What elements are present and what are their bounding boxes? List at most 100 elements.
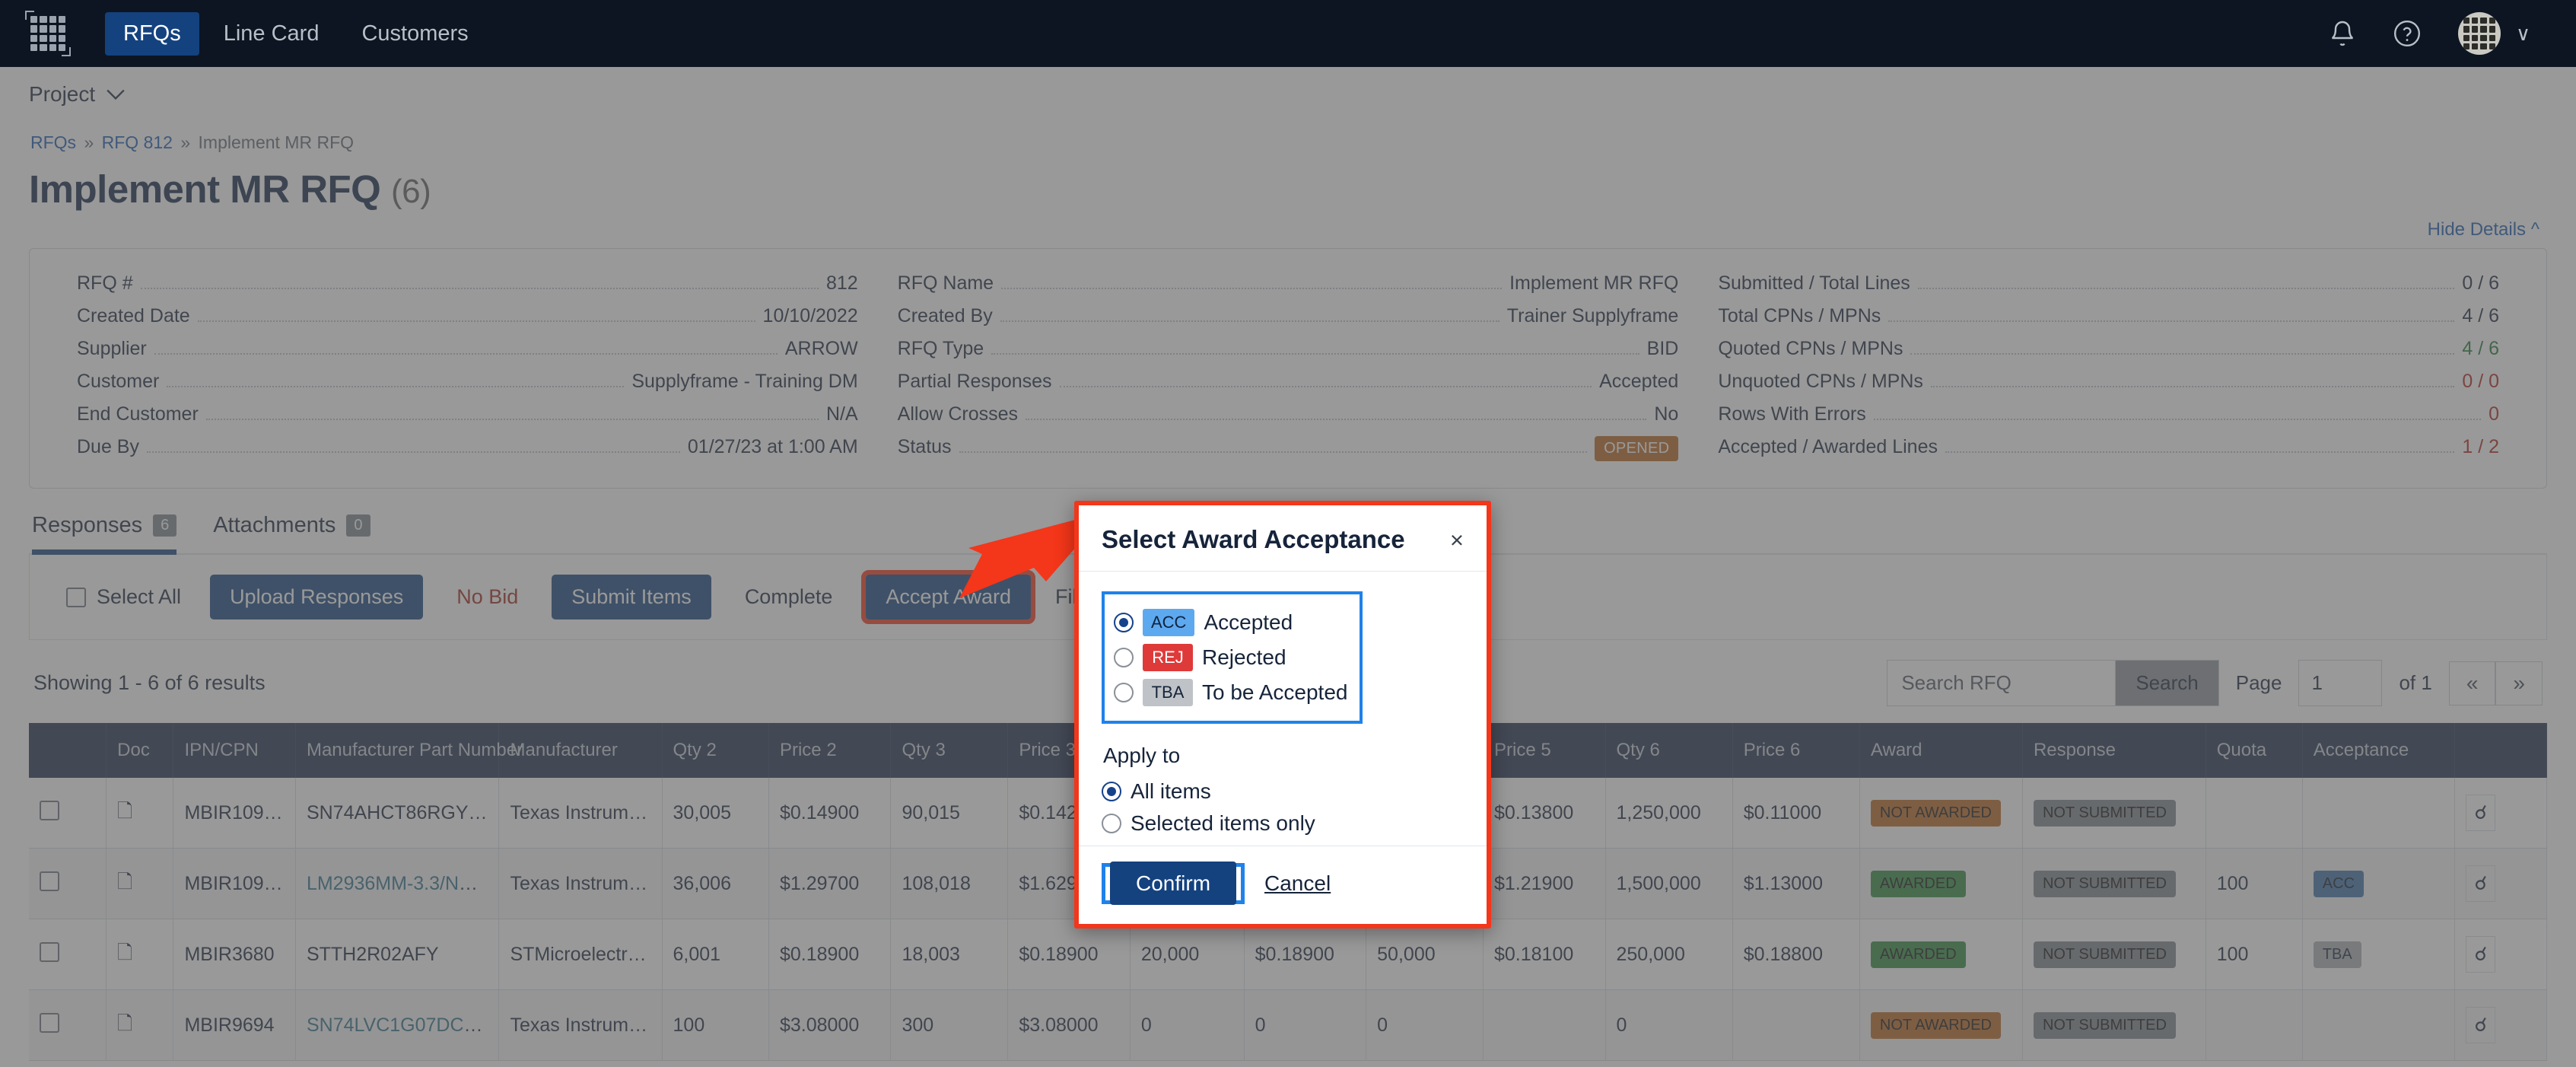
detail-key: End Customer xyxy=(77,403,199,425)
bell-icon[interactable] xyxy=(2329,19,2356,48)
page-title: Implement MR RFQ (6) xyxy=(29,159,2547,215)
award-badge: NOT AWARDED xyxy=(1870,1011,2001,1039)
radio-icon[interactable] xyxy=(1114,648,1134,667)
nav-item-customers[interactable]: Customers xyxy=(343,12,486,56)
row-mpn[interactable]: SN74LVC1G07DCKR xyxy=(295,989,500,1061)
search-input[interactable]: Search RFQ xyxy=(1887,660,2116,706)
mpn-link[interactable]: SN74LVC1G07DCKR xyxy=(307,1014,490,1036)
radio-icon[interactable] xyxy=(1102,814,1121,833)
radio-icon[interactable] xyxy=(1114,683,1134,702)
breadcrumb-current: Implement MR RFQ xyxy=(198,132,355,152)
th-manufacturer[interactable]: Manufacturer xyxy=(498,723,663,778)
th-qty-6[interactable]: Qty 6 xyxy=(1605,723,1733,778)
th-response[interactable]: Response xyxy=(2022,723,2206,778)
th-qty-2[interactable]: Qty 2 xyxy=(662,723,769,778)
radio-option-accepted[interactable]: ACC Accepted xyxy=(1114,605,1347,640)
upload-responses-button[interactable]: Upload Responses xyxy=(210,575,424,619)
row-doc-cell[interactable]: 🗋 xyxy=(106,989,174,1061)
row-qty3: 300 xyxy=(890,989,1009,1061)
breadcrumb-rfq-812[interactable]: RFQ 812 xyxy=(102,132,173,152)
headset-icon[interactable]: ☌ xyxy=(2466,1007,2496,1043)
radio-icon[interactable] xyxy=(1102,782,1121,801)
radio-option-selected-items-only[interactable]: Selected items only xyxy=(1102,807,1464,839)
row-qty3: 18,003 xyxy=(890,919,1009,990)
page-number-input[interactable]: 1 xyxy=(2298,660,2383,706)
dot-leader xyxy=(1000,320,1499,322)
copy-icon[interactable]: 🗋 xyxy=(117,942,132,963)
th-price-6[interactable]: Price 6 xyxy=(1732,723,1860,778)
headset-icon[interactable]: ☌ xyxy=(2466,795,2496,831)
select-all-checkbox[interactable]: Select All xyxy=(51,576,196,618)
nav-item-line-card[interactable]: Line Card xyxy=(205,12,338,56)
table-row[interactable]: 🗋 MBIR3680 STTH2R02AFY STMicroelectronic… xyxy=(29,919,2547,990)
row-doc-cell[interactable]: 🗋 xyxy=(106,919,174,990)
row-actions[interactable]: ☌ xyxy=(2454,989,2547,1061)
complete-button[interactable]: Complete xyxy=(725,575,853,619)
detail-value: N/A xyxy=(825,403,858,425)
copy-icon[interactable]: 🗋 xyxy=(117,1013,132,1034)
row-manufacturer: STMicroelectronics xyxy=(498,919,663,990)
row-checkbox-cell[interactable] xyxy=(29,989,107,1061)
confirm-button[interactable]: Confirm xyxy=(1110,862,1237,905)
th-manufacturer-part-number[interactable]: Manufacturer Part Number xyxy=(295,723,523,778)
hide-details-toggle[interactable]: Hide Details ^ xyxy=(29,215,2547,248)
search-button[interactable]: Search xyxy=(2115,660,2219,706)
checkbox-icon[interactable] xyxy=(40,941,59,962)
th-acceptance[interactable]: Acceptance xyxy=(2302,723,2456,778)
headset-icon[interactable]: ☌ xyxy=(2466,936,2496,973)
headset-icon[interactable]: ☌ xyxy=(2466,865,2496,902)
th-price-2[interactable]: Price 2 xyxy=(768,723,892,778)
close-icon[interactable]: × xyxy=(1450,528,1464,552)
row-checkbox-cell[interactable] xyxy=(29,919,107,990)
nav-item-rfqs[interactable]: RFQs xyxy=(105,11,199,56)
page-label: Page xyxy=(2235,671,2282,694)
th-ipn-cpn[interactable]: IPN/CPN xyxy=(173,723,296,778)
copy-icon[interactable]: 🗋 xyxy=(117,801,132,822)
row-doc-cell[interactable]: 🗋 xyxy=(106,778,174,849)
avatar[interactable] xyxy=(2457,12,2501,55)
row-doc-cell[interactable]: 🗋 xyxy=(106,848,174,919)
radio-label: To be Accepted xyxy=(1202,680,1348,704)
row-mpn[interactable]: LM2936MM-3.3/NOPB xyxy=(295,848,500,919)
tab-responses[interactable]: Responses 6 xyxy=(32,513,177,555)
help-circle-icon[interactable] xyxy=(2393,19,2422,48)
app-grid-logo[interactable] xyxy=(25,11,71,56)
cancel-link[interactable]: Cancel xyxy=(1264,871,1331,896)
project-dropdown[interactable]: Project xyxy=(29,82,126,107)
submit-items-button[interactable]: Submit Items xyxy=(552,575,711,619)
mpn-link[interactable]: LM2936MM-3.3/NOPB xyxy=(307,873,498,894)
row-checkbox-cell[interactable] xyxy=(29,778,107,849)
table-row[interactable]: 🗋 MBIR9694 SN74LVC1G07DCKR Texas Instrum… xyxy=(29,989,2547,1061)
th-actions xyxy=(2454,723,2547,778)
prev-page-button[interactable]: « xyxy=(2448,661,2496,705)
detail-key: Supplier xyxy=(77,338,147,359)
radio-option-to-be-accepted[interactable]: TBA To be Accepted xyxy=(1114,675,1347,710)
dot-leader xyxy=(167,386,625,387)
detail-value: No xyxy=(1654,403,1679,425)
row-checkbox-cell[interactable] xyxy=(29,848,107,919)
radio-icon[interactable] xyxy=(1114,613,1134,632)
radio-option-all-items[interactable]: All items xyxy=(1102,776,1464,807)
row-actions[interactable]: ☌ xyxy=(2454,778,2547,849)
row-award: NOT AWARDED xyxy=(1859,778,2023,849)
th-qty-3[interactable]: Qty 3 xyxy=(890,723,1009,778)
th-quota[interactable]: Quota xyxy=(2206,723,2303,778)
th-price-5[interactable]: Price 5 xyxy=(1483,723,1606,778)
checkbox-icon[interactable] xyxy=(40,800,59,820)
checkbox-icon[interactable] xyxy=(40,1012,59,1033)
copy-icon[interactable]: 🗋 xyxy=(117,871,132,893)
th-award[interactable]: Award xyxy=(1859,723,2023,778)
tab-attachments[interactable]: Attachments 0 xyxy=(213,513,370,553)
next-page-button[interactable]: » xyxy=(2495,661,2543,705)
no-bid-button[interactable]: No Bid xyxy=(437,575,538,619)
row-acceptance xyxy=(2302,989,2456,1061)
row-manufacturer: Texas Instruments xyxy=(498,989,663,1061)
th-doc[interactable]: Doc xyxy=(106,723,174,778)
results-count: Showing 1 - 6 of 6 results xyxy=(33,671,266,694)
breadcrumb-rfqs[interactable]: RFQs xyxy=(30,132,76,152)
radio-option-rejected[interactable]: REJ Rejected xyxy=(1114,640,1347,675)
row-actions[interactable]: ☌ xyxy=(2454,919,2547,990)
checkbox-icon[interactable] xyxy=(40,871,59,891)
row-actions[interactable]: ☌ xyxy=(2454,848,2547,919)
chevron-down-icon[interactable]: ∨ xyxy=(2516,22,2530,46)
